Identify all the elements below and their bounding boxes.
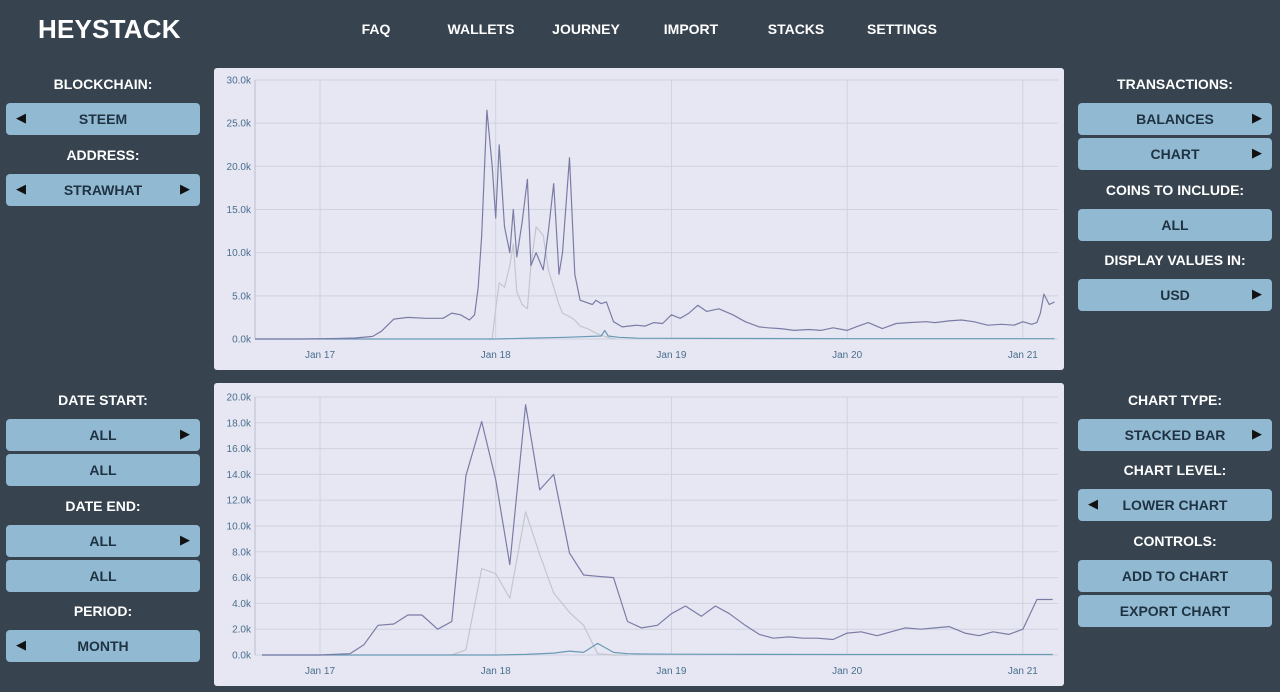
y-tick-label: 2.0k — [232, 625, 252, 636]
arrow-right-icon[interactable]: ▶ — [1252, 286, 1262, 302]
y-tick-label: 0.0k — [232, 335, 252, 346]
arrow-left-icon[interactable]: ◀ — [16, 637, 26, 653]
address-label: ADDRESS: — [66, 147, 140, 163]
balances-button[interactable]: BALANCES ▶ — [1078, 103, 1272, 135]
series-line — [255, 109, 1055, 340]
y-tick-label: 0.0k — [232, 651, 252, 662]
date-start-sub-selector[interactable]: ALL — [6, 454, 200, 486]
x-tick-label: Jan 18 — [481, 666, 511, 677]
lower-chart-svg: 0.0k 2.0k 4.0k 6.0k 8.0k 10.0k 12.0k 14.0k 16.0k… — [227, 393, 1058, 677]
y-tick-label: 12.0k — [227, 496, 252, 507]
blockchain-label: BLOCKCHAIN: — [53, 76, 153, 92]
series-line — [262, 642, 1053, 656]
nav-settings[interactable]: SETTINGS — [847, 21, 957, 37]
nav-stacks[interactable]: STACKS — [741, 21, 851, 37]
top-nav: FAQ WALLETS JOURNEY IMPORT STACKS SETTIN… — [0, 21, 1280, 39]
period-selector[interactable]: ◀ MONTH — [6, 630, 200, 662]
x-tick-label: Jan 17 — [305, 350, 335, 361]
y-tick-label: 25.0k — [227, 119, 252, 130]
series-line — [262, 404, 1053, 656]
date-end-value: ALL — [89, 533, 117, 549]
y-tick-label: 15.0k — [227, 205, 252, 216]
y-tick-label: 6.0k — [232, 573, 252, 584]
chart-level-label: CHART LEVEL: — [1123, 462, 1227, 478]
arrow-right-icon[interactable]: ▶ — [1252, 426, 1262, 442]
period-label: PERIOD: — [73, 603, 133, 619]
display-values-selector[interactable]: USD ▶ — [1078, 279, 1272, 311]
x-tick-label: Jan 18 — [481, 350, 511, 361]
date-end-label: DATE END: — [65, 498, 141, 514]
add-to-chart-button[interactable]: ADD TO CHART — [1078, 560, 1272, 592]
address-selector[interactable]: ◀ STRAWHAT ▶ — [6, 174, 200, 206]
nav-journey[interactable]: JOURNEY — [531, 21, 641, 37]
y-tick-label: 8.0k — [232, 547, 252, 558]
chart-type-value: STACKED BAR — [1124, 427, 1226, 443]
date-start-sub-value: ALL — [89, 462, 117, 478]
chart-level-value: LOWER CHART — [1122, 497, 1228, 513]
date-end-sub-value: ALL — [89, 568, 117, 584]
y-tick-label: 10.0k — [227, 248, 252, 259]
balances-label: BALANCES — [1136, 111, 1214, 127]
coins-label: COINS TO INCLUDE: — [1105, 182, 1245, 198]
display-values-value: USD — [1160, 287, 1190, 303]
date-start-selector[interactable]: ALL ▶ — [6, 419, 200, 451]
add-to-chart-label: ADD TO CHART — [1121, 568, 1229, 584]
arrow-left-icon[interactable]: ◀ — [16, 181, 26, 197]
y-tick-label: 10.0k — [227, 522, 252, 533]
coins-selector[interactable]: ALL — [1078, 209, 1272, 241]
coins-value: ALL — [1161, 217, 1189, 233]
chart-type-label: CHART TYPE: — [1127, 392, 1223, 408]
chart-label: CHART — [1150, 146, 1200, 162]
lower-chart[interactable]: 0.0k 2.0k 4.0k 6.0k 8.0k 10.0k 12.0k 14.0k 16.0k… — [214, 383, 1064, 686]
arrow-right-icon[interactable]: ▶ — [180, 181, 190, 197]
x-tick-label: Jan 21 — [1008, 666, 1038, 677]
export-chart-button[interactable]: EXPORT CHART — [1078, 595, 1272, 627]
upper-chart-svg: 0.0k 5.0k 10.0k 15.0k 20.0k 25.0k 30.0k Jan 17 J… — [227, 76, 1058, 361]
date-start-label: DATE START: — [58, 392, 148, 408]
blockchain-selector[interactable]: ◀ STEEM — [6, 103, 200, 135]
address-value: STRAWHAT — [63, 182, 143, 198]
x-tick-label: Jan 19 — [656, 350, 686, 361]
date-start-value: ALL — [89, 427, 117, 443]
x-tick-label: Jan 19 — [656, 666, 686, 677]
y-tick-label: 20.0k — [227, 162, 252, 173]
nav-wallets[interactable]: WALLETS — [426, 21, 536, 37]
arrow-left-icon[interactable]: ◀ — [16, 110, 26, 126]
x-tick-label: Jan 20 — [832, 666, 862, 677]
arrow-right-icon[interactable]: ▶ — [180, 426, 190, 442]
x-tick-label: Jan 17 — [305, 666, 335, 677]
chart-button[interactable]: CHART ▶ — [1078, 138, 1272, 170]
y-tick-label: 30.0k — [227, 76, 252, 87]
transactions-label: TRANSACTIONS: — [1117, 76, 1233, 92]
arrow-right-icon[interactable]: ▶ — [1252, 145, 1262, 161]
y-tick-label: 14.0k — [227, 470, 252, 481]
upper-chart[interactable]: 0.0k 5.0k 10.0k 15.0k 20.0k 25.0k 30.0k Jan 17 J… — [214, 68, 1064, 370]
y-tick-label: 5.0k — [232, 291, 252, 302]
y-tick-label: 20.0k — [227, 393, 252, 404]
arrow-right-icon[interactable]: ▶ — [1252, 110, 1262, 126]
chart-type-selector[interactable]: STACKED BAR ▶ — [1078, 419, 1272, 451]
series-line — [451, 511, 628, 656]
arrow-right-icon[interactable]: ▶ — [180, 532, 190, 548]
x-tick-label: Jan 20 — [832, 350, 862, 361]
date-end-sub-selector[interactable]: ALL — [6, 560, 200, 592]
series-line — [486, 226, 616, 340]
chart-level-selector[interactable]: ◀ LOWER CHART — [1078, 489, 1272, 521]
export-chart-label: EXPORT CHART — [1119, 603, 1231, 619]
y-tick-label: 18.0k — [227, 418, 252, 429]
y-tick-label: 16.0k — [227, 444, 252, 455]
y-tick-label: 4.0k — [232, 599, 252, 610]
date-end-selector[interactable]: ALL ▶ — [6, 525, 200, 557]
display-values-label: DISPLAY VALUES IN: — [1104, 252, 1246, 268]
period-value: MONTH — [77, 638, 129, 654]
arrow-left-icon[interactable]: ◀ — [1088, 496, 1098, 512]
nav-faq[interactable]: FAQ — [321, 21, 431, 37]
controls-label: CONTROLS: — [1133, 533, 1217, 549]
x-tick-label: Jan 21 — [1008, 350, 1038, 361]
blockchain-value: STEEM — [78, 111, 128, 127]
nav-import[interactable]: IMPORT — [636, 21, 746, 37]
